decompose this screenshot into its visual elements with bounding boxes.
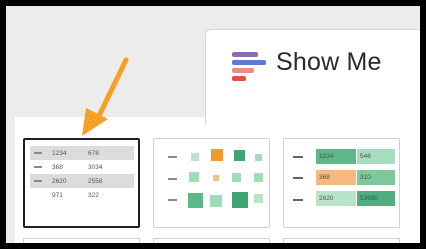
- show-me-tab[interactable]: Show Me: [205, 29, 420, 125]
- text-table-preview: 1234 678 368 3034 2620 2558 971 322: [30, 146, 134, 202]
- arrow-pointer-icon: [82, 57, 129, 136]
- table-row: 368 3034: [30, 160, 134, 174]
- chart-type-tile[interactable]: [283, 238, 400, 243]
- chart-type-highlight-table[interactable]: 1234 546 368 310 2620 53690: [283, 138, 400, 228]
- table-row: 971 322: [52, 191, 99, 199]
- chart-type-tile[interactable]: [23, 238, 140, 243]
- show-me-title: Show Me: [276, 48, 382, 76]
- screenshot-frame: Show Me 1234 678 368 3034 2620 2558 971: [0, 0, 426, 249]
- chart-type-heat-map[interactable]: [153, 138, 270, 228]
- table-row: 2620 2558: [30, 174, 134, 188]
- chart-type-text-table[interactable]: 1234 678 368 3034 2620 2558 971 322: [23, 138, 140, 228]
- chart-type-tile[interactable]: [153, 238, 270, 243]
- show-me-bars-icon: [232, 52, 266, 84]
- table-row: 1234 678: [30, 146, 134, 160]
